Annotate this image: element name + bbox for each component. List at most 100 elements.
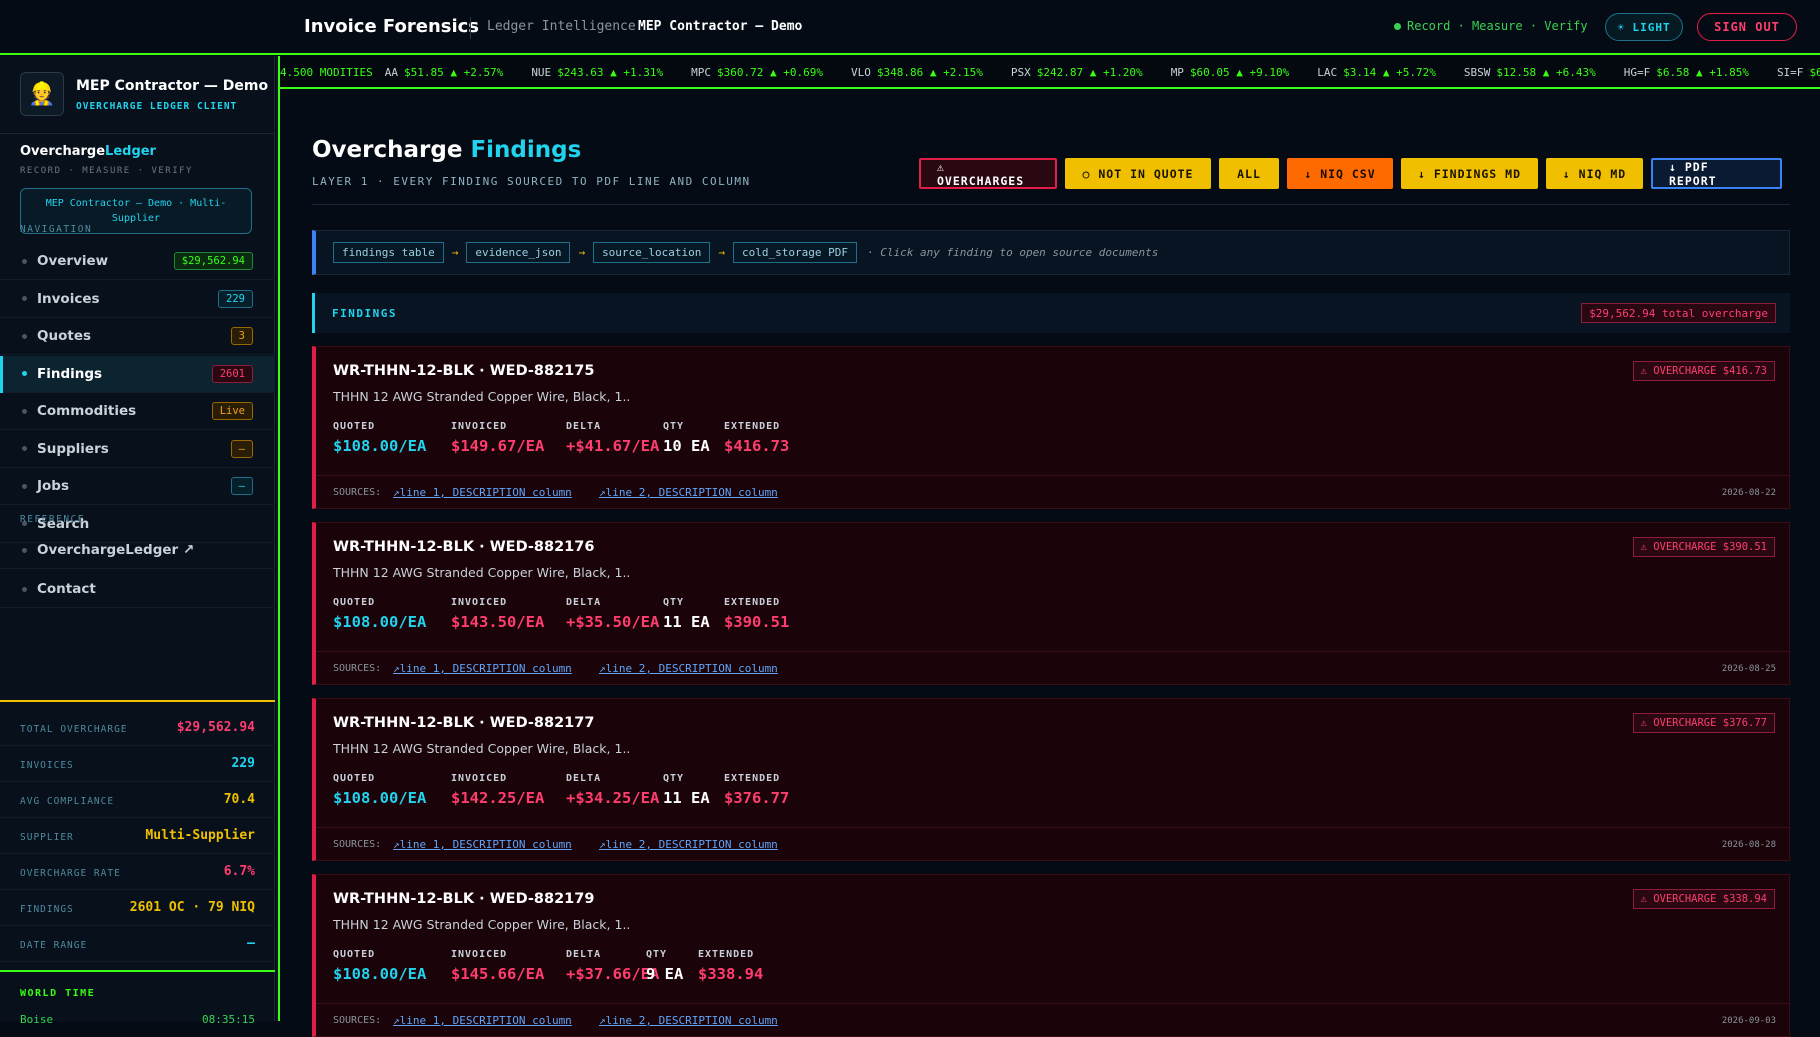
sidebar-item-findings[interactable]: Findings 2601 <box>0 355 275 393</box>
sign-out-button[interactable]: SIGN OUT <box>1697 13 1797 41</box>
findings-label: FINDINGS <box>332 307 397 320</box>
bullet-icon <box>22 296 27 301</box>
arrow-right-icon: → <box>718 246 726 259</box>
world-time-title: WORLD TIME <box>20 988 96 999</box>
ticker-item: SI=F $69.47 ▲ +2.12% <box>1777 66 1820 79</box>
action-button-not-in-quote[interactable]: ○ NOT IN QUOTE <box>1065 158 1211 189</box>
action-button-niq-md[interactable]: ↓ NIQ MD <box>1546 158 1643 189</box>
count-badge: 3 <box>230 327 253 345</box>
stat-label: SUPPLIER <box>20 832 74 843</box>
field-label: EXTENDED <box>698 949 755 960</box>
action-button-overcharges[interactable]: ⚠ OVERCHARGES <box>919 158 1057 189</box>
finding-description: THHN 12 AWG Stranded Copper Wire, Black,… <box>333 565 631 580</box>
ticker-symbol: AA <box>384 66 398 79</box>
stat-value: 6.7% <box>223 864 255 879</box>
world-time-panel: WORLD TIME Boise 08:35:15 <box>0 970 275 1030</box>
page-title-a: Overcharge <box>312 137 463 163</box>
field-value: $338.94 <box>698 965 764 983</box>
finding-title: WR-THHN-12-BLK · WED-882176 <box>333 539 595 555</box>
sidebar-item-quotes[interactable]: Quotes 3 <box>0 318 275 355</box>
sidebar-ref-item[interactable]: Contact <box>0 571 275 608</box>
ticker-symbol: MPC <box>691 66 712 79</box>
ticker-change: $51.85 ▲ +2.57% <box>403 66 504 79</box>
trace-chip[interactable]: source_location <box>593 242 711 263</box>
sidebar-item-overview[interactable]: Overview $29,562.94 <box>0 243 275 280</box>
header-divider <box>470 17 471 39</box>
findings-total-badge: $29,562.94 total overcharge <box>1581 303 1776 323</box>
trace-chip[interactable]: evidence_json <box>466 242 571 263</box>
ticker-symbol: SI=F <box>1776 66 1804 79</box>
field-label: INVOICED <box>451 421 508 432</box>
sidebar-item-jobs[interactable]: Jobs — <box>0 468 275 505</box>
action-button-all[interactable]: ALL <box>1219 158 1279 189</box>
bullet-icon <box>22 483 27 489</box>
source-link[interactable]: ↗line 1, DESCRIPTION column <box>393 662 572 675</box>
sidebar-ref-item[interactable]: OverchargeLedger ↗ <box>0 532 275 569</box>
finding-card[interactable]: WR-THHN-12-BLK · WED-882179 THHN 12 AWG S… <box>312 874 1790 1037</box>
ticker-lead: 4.500 MODITIES <box>280 66 373 79</box>
field-label: DELTA <box>566 421 602 432</box>
stat-label: INVOICES <box>20 760 74 771</box>
action-button-findings-md[interactable]: ↓ FINDINGS MD <box>1401 158 1538 189</box>
count-badge: $29,562.94 <box>173 252 253 270</box>
stat-row: AVG COMPLIANCE 70.4 <box>0 782 275 818</box>
stat-value: 229 <box>231 756 255 771</box>
field-qty: QTY 9 EA <box>646 949 683 983</box>
field-value: $108.00/EA <box>333 613 427 631</box>
stat-row: TOTAL OVERCHARGE $29,562.94 <box>0 710 275 746</box>
field-value: $390.51 <box>724 613 790 631</box>
field-label: QUOTED <box>333 597 376 608</box>
source-link[interactable]: ↗line 2, DESCRIPTION column <box>599 838 778 851</box>
stat-value: — <box>247 936 255 951</box>
field-value: 11 EA <box>663 613 710 631</box>
reference-heading: REFERENCE <box>20 514 85 525</box>
sidebar-item-suppliers[interactable]: Suppliers — <box>0 431 275 468</box>
world-time-clock: 08:35:15 <box>202 1013 255 1026</box>
header-divider-line <box>312 204 1790 205</box>
sidebar-item-invoices[interactable]: Invoices 229 <box>0 281 275 318</box>
ticker-symbol: SBSW <box>1463 66 1491 79</box>
finding-card[interactable]: WR-THHN-12-BLK · WED-882177 THHN 12 AWG S… <box>312 698 1790 861</box>
sidebar-item-label: Findings <box>37 365 103 382</box>
finding-card[interactable]: WR-THHN-12-BLK · WED-882176 THHN 12 AWG S… <box>312 522 1790 685</box>
ticker-item: AA $51.85 ▲ +2.57% <box>385 66 504 79</box>
finding-title: WR-THHN-12-BLK · WED-882177 <box>333 715 595 731</box>
ticker-item: LAC $3.14 ▲ +5.72% <box>1317 66 1436 79</box>
source-link[interactable]: ↗line 1, DESCRIPTION column <box>393 838 572 851</box>
world-time-city: Boise <box>20 1013 54 1026</box>
sidebar-item-label: Contact <box>37 581 96 597</box>
sidebar-item-label: Quotes <box>37 328 92 344</box>
action-button-pdf-report[interactable]: ↓ PDF REPORT <box>1651 158 1782 189</box>
field-value: 11 EA <box>663 789 710 807</box>
field-value: $376.77 <box>724 789 790 807</box>
field-invoiced: INVOICED $142.25/EA <box>451 773 544 807</box>
field-value: $108.00/EA <box>333 789 427 807</box>
source-link[interactable]: ↗line 1, DESCRIPTION column <box>393 486 572 499</box>
sidebar-item-commodities[interactable]: Commodities Live <box>0 393 275 430</box>
light-mode-button[interactable]: ☀ LIGHT <box>1605 13 1683 41</box>
main-content: Overcharge Findings LAYER 1 · EVERY FIND… <box>280 91 1820 1037</box>
field-value: +$34.25/EA <box>566 789 660 807</box>
brand-logo[interactable]: OverchargeLedger <box>20 144 156 159</box>
finding-date: 2026-08-25 <box>1721 664 1776 674</box>
finding-card[interactable]: WR-THHN-12-BLK · WED-882175 THHN 12 AWG S… <box>312 346 1790 509</box>
construction-worker-icon: 👷 <box>20 72 64 116</box>
source-link[interactable]: ↗line 2, DESCRIPTION column <box>599 662 778 675</box>
ticker-item: PSX $242.87 ▲ +1.20% <box>1011 66 1143 79</box>
sources-label: SOURCES: <box>333 839 382 850</box>
source-link[interactable]: ↗line 2, DESCRIPTION column <box>599 486 778 499</box>
action-button-niq-csv[interactable]: ↓ NIQ CSV <box>1287 158 1393 189</box>
stat-label: OVERCHARGE RATE <box>20 868 121 879</box>
trace-chip[interactable]: cold_storage PDF <box>733 242 857 263</box>
field-label: INVOICED <box>451 773 508 784</box>
ticker-change: $6.58 ▲ +1.85% <box>1656 66 1749 79</box>
overcharge-badge: ⚠ OVERCHARGE $338.94 <box>1632 889 1775 909</box>
field-label: EXTENDED <box>724 597 781 608</box>
header-tagline: Record · Measure · Verify <box>1394 19 1588 33</box>
bullet-icon <box>22 586 27 592</box>
field-qty: QTY 11 EA <box>663 597 710 631</box>
trace-chip[interactable]: findings table <box>333 242 444 263</box>
stat-value: $29,562.94 <box>176 720 255 735</box>
ticker-symbol: PSX <box>1010 66 1031 79</box>
field-label: QUOTED <box>333 773 376 784</box>
